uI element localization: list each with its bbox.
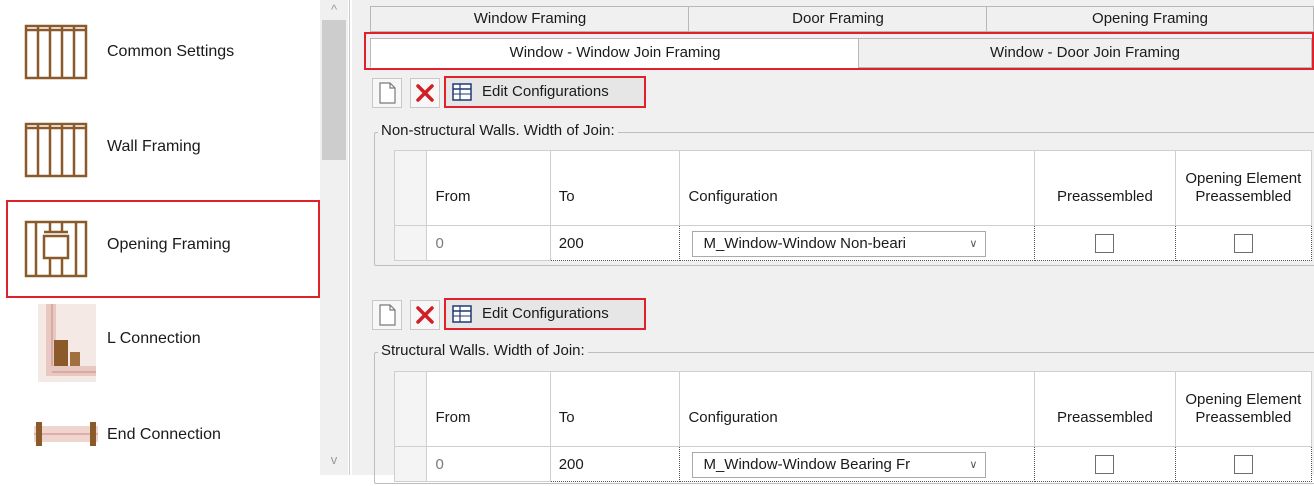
from-cell[interactable]: 0 [426, 225, 551, 261]
opening-element-preassembled-checkbox[interactable] [1233, 454, 1253, 474]
row-header [393, 446, 428, 482]
delete-x-icon [416, 306, 434, 324]
configuration-dropdown[interactable]: M_Window-Window Non-beari ∨ [692, 231, 987, 257]
tab-opening-framing[interactable]: Opening Framing [986, 6, 1314, 32]
column-header-opening-element-preassembled: Opening Element Preassembled [1174, 150, 1313, 226]
row-header-corner [393, 150, 428, 226]
edit-configurations-button[interactable]: Edit Configurations [444, 76, 646, 108]
category-sidebar: Common Settings Wall Framing Opening Fra [0, 0, 350, 475]
sidebar-item-common-settings[interactable]: Common Settings [0, 2, 318, 96]
wall-framing-icon [24, 122, 88, 178]
configuration-value: M_Window-Window Bearing Fr [703, 456, 911, 473]
column-header-from: From [426, 371, 551, 447]
opening-framing-icon [24, 220, 88, 278]
sidebar-item-end-connection[interactable]: End Connection [0, 392, 318, 486]
section-title: Non-structural Walls. Width of Join: [378, 122, 618, 139]
tab-window-framing[interactable]: Window Framing [370, 6, 690, 32]
opening-element-preassembled-cell[interactable] [1174, 225, 1313, 261]
column-header-preassembled: Preassembled [1034, 371, 1176, 447]
sidebar-item-label: L Connection [107, 330, 201, 347]
settings-panel: Window Framing Door Framing Opening Fram… [352, 0, 1314, 484]
column-header-to: To [549, 150, 681, 226]
chevron-down-icon: ∨ [969, 238, 978, 250]
new-button[interactable] [372, 300, 402, 330]
to-cell[interactable]: 200 [549, 225, 681, 261]
column-header-preassembled: Preassembled [1034, 150, 1176, 226]
row-header-corner [393, 371, 428, 447]
tab-door-framing[interactable]: Door Framing [688, 6, 988, 32]
new-button[interactable] [372, 78, 402, 108]
edit-configurations-button[interactable]: Edit Configurations [444, 298, 646, 330]
sidebar-item-l-connection[interactable]: L Connection [0, 296, 318, 390]
l-connection-icon [38, 304, 96, 382]
delete-button[interactable] [410, 300, 440, 330]
new-document-icon [379, 304, 396, 326]
edit-configurations-label: Edit Configurations [482, 305, 609, 322]
sidebar-item-opening-framing[interactable]: Opening Framing [6, 200, 320, 298]
delete-button[interactable] [410, 78, 440, 108]
join-width-table: From To Configuration Preassembled Openi… [393, 150, 1313, 261]
row-header [393, 225, 428, 261]
end-connection-icon [34, 422, 98, 446]
column-header-to: To [549, 371, 681, 447]
column-header-configuration: Configuration [679, 371, 1036, 447]
opening-element-preassembled-checkbox[interactable] [1233, 233, 1253, 253]
tab-window-door-join[interactable]: Window - Door Join Framing [858, 38, 1312, 68]
preassembled-checkbox[interactable] [1095, 233, 1115, 253]
new-document-icon [379, 82, 396, 104]
delete-x-icon [416, 84, 434, 102]
table-row: 0 200 M_Window-Window Non-beari ∨ [393, 225, 1313, 261]
from-cell[interactable]: 0 [426, 446, 551, 482]
configuration-value: M_Window-Window Non-beari [703, 235, 907, 252]
configuration-dropdown[interactable]: M_Window-Window Bearing Fr ∨ [692, 452, 987, 478]
scroll-thumb[interactable] [322, 20, 346, 160]
sidebar-item-label: Common Settings [107, 43, 235, 60]
preassembled-cell[interactable] [1034, 225, 1176, 261]
chevron-down-icon: ∨ [969, 459, 978, 471]
column-header-from: From [426, 150, 551, 226]
edit-configurations-label: Edit Configurations [482, 83, 609, 100]
join-width-table: From To Configuration Preassembled Openi… [393, 371, 1313, 482]
configuration-cell[interactable]: M_Window-Window Non-beari ∨ [679, 225, 1036, 261]
scroll-up-icon[interactable]: ^ [320, 2, 348, 17]
sidebar-item-label: Wall Framing [107, 138, 201, 155]
opening-element-preassembled-cell[interactable] [1174, 446, 1313, 482]
sidebar-item-label: End Connection [107, 426, 221, 443]
column-header-configuration: Configuration [679, 150, 1036, 226]
sidebar-item-wall-framing[interactable]: Wall Framing [0, 100, 318, 194]
preassembled-cell[interactable] [1034, 446, 1176, 482]
preassembled-checkbox[interactable] [1095, 454, 1115, 474]
scroll-down-icon[interactable]: v [320, 452, 348, 467]
wall-framing-icon [24, 24, 88, 80]
configuration-cell[interactable]: M_Window-Window Bearing Fr ∨ [679, 446, 1036, 482]
section-title: Structural Walls. Width of Join: [378, 342, 588, 359]
column-header-opening-element-preassembled: Opening Element Preassembled [1174, 371, 1313, 447]
table-icon [452, 305, 472, 323]
sidebar-item-label: Opening Framing [107, 236, 231, 253]
table-row: 0 200 M_Window-Window Bearing Fr ∨ [393, 446, 1313, 482]
tab-window-window-join[interactable]: Window - Window Join Framing [370, 38, 860, 68]
table-icon [452, 83, 472, 101]
to-cell[interactable]: 200 [549, 446, 681, 482]
